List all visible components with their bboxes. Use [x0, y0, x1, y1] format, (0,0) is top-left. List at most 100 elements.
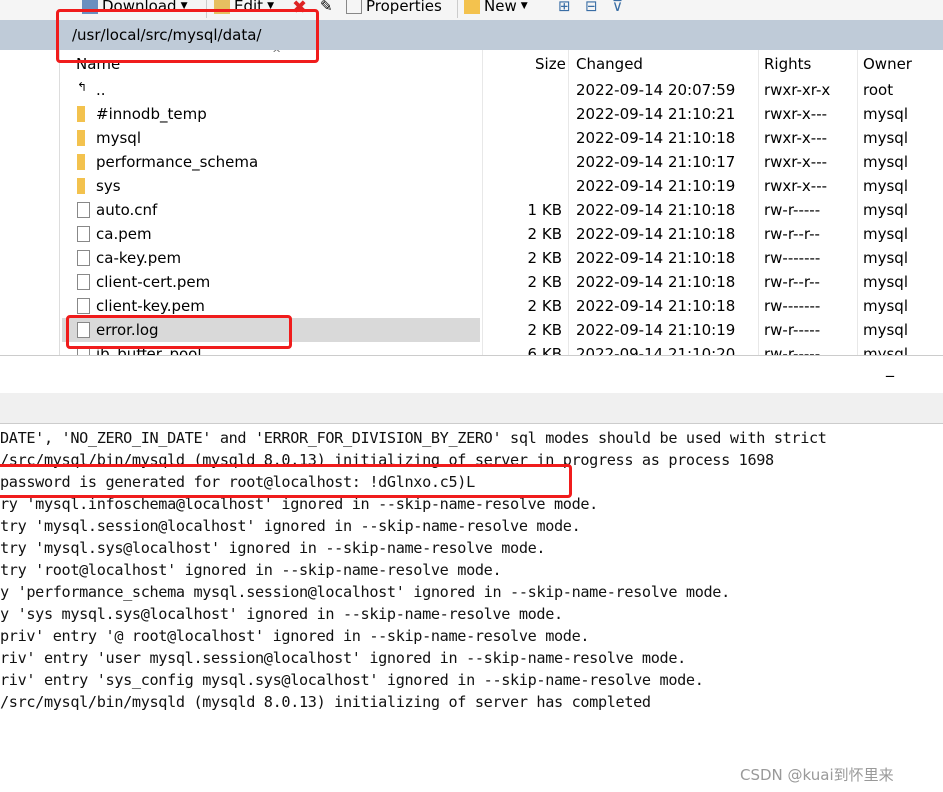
file-owner: mysql — [863, 273, 908, 291]
parent-folder-icon: ↰ — [77, 80, 88, 94]
file-changed: 2022-09-14 21:10:18 — [576, 249, 736, 267]
file-changed: 2022-09-14 21:10:19 — [576, 321, 736, 339]
file-changed: 2022-09-14 21:10:18 — [576, 225, 736, 243]
file-name: ca-key.pem — [96, 249, 182, 267]
folder-icon — [77, 130, 85, 146]
column-rights[interactable]: Rights — [764, 55, 811, 73]
file-size: 2 KB — [527, 225, 562, 243]
file-owner: mysql — [863, 249, 908, 267]
log-line: try 'mysql.sys@localhost' ignored in --s… — [0, 539, 546, 557]
file-icon — [77, 226, 90, 242]
folder-icon — [77, 154, 85, 170]
file-name: ca.pem — [96, 225, 152, 243]
log-line: riv' entry 'sys_config mysql.sys@localho… — [0, 671, 704, 689]
file-changed: 2022-09-14 21:10:18 — [576, 201, 736, 219]
file-rights: rwxr-x--- — [764, 105, 828, 123]
file-row[interactable]: auto.cnf 1 KB 2022-09-14 21:10:18 rw-r-----… — [62, 198, 943, 222]
file-rights: rwxr-x--- — [764, 129, 828, 147]
file-rights: rw------- — [764, 249, 821, 267]
file-name: performance_schema — [96, 153, 259, 171]
file-owner: mysql — [863, 345, 908, 355]
rename-icon[interactable]: ✎ — [320, 0, 333, 15]
file-size: 2 KB — [527, 321, 562, 339]
file-owner: mysql — [863, 177, 908, 195]
file-changed: 2022-09-14 21:10:21 — [576, 105, 736, 123]
file-name: auto.cnf — [96, 201, 158, 219]
expand-icon[interactable]: ⊞ — [558, 0, 571, 15]
file-rights: rw------- — [764, 297, 821, 315]
file-icon — [77, 298, 90, 314]
file-changed: 2022-09-14 21:10:20 — [576, 345, 736, 355]
file-changed: 2022-09-14 21:10:18 — [576, 129, 736, 147]
file-owner: mysql — [863, 129, 908, 147]
file-rights: rw-r--r-- — [764, 225, 820, 243]
file-name: #innodb_temp — [96, 105, 207, 123]
file-size: 2 KB — [527, 273, 562, 291]
collapse-icon[interactable]: ⊟ — [585, 0, 598, 15]
file-name: mysql — [96, 129, 141, 147]
folder-icon — [77, 178, 85, 194]
file-icon — [77, 202, 90, 218]
column-owner[interactable]: Owner — [863, 55, 912, 73]
file-rights: rw-r--r-- — [764, 273, 820, 291]
file-rights: rwxr-xr-x — [764, 81, 831, 99]
file-changed: 2022-09-14 21:10:19 — [576, 177, 736, 195]
file-owner: mysql — [863, 105, 908, 123]
file-name: client-cert.pem — [96, 273, 211, 291]
file-name: .. — [96, 81, 106, 99]
highlight-password — [0, 464, 572, 498]
file-size: 2 KB — [527, 249, 562, 267]
file-row[interactable]: mysql 2022-09-14 21:10:18 rwxr-x--- mysql — [62, 126, 943, 150]
file-size: 2 KB — [527, 297, 562, 315]
file-size: 1 KB — [527, 201, 562, 219]
file-changed: 2022-09-14 21:10:17 — [576, 153, 736, 171]
file-name: client-key.pem — [96, 297, 205, 315]
file-owner: root — [863, 81, 894, 99]
filter-icon[interactable]: ⊽ — [612, 0, 623, 15]
file-rights: rw-r----- — [764, 321, 821, 339]
new-button[interactable]: New ▼ — [464, 0, 528, 15]
column-size[interactable]: Size — [535, 55, 566, 73]
file-owner: mysql — [863, 153, 908, 171]
file-rights: rw-r----- — [764, 201, 821, 219]
left-pane — [0, 50, 60, 355]
file-row[interactable]: #innodb_temp 2022-09-14 21:10:21 rwxr-x---… — [62, 102, 943, 126]
file-rights: rw-r----- — [764, 345, 821, 355]
log-line: try 'mysql.session@localhost' ignored in… — [0, 517, 581, 535]
properties-icon — [346, 0, 362, 14]
folder-icon — [464, 0, 480, 14]
highlight-path — [56, 9, 319, 63]
file-owner: mysql — [863, 225, 908, 243]
file-changed: 2022-09-14 20:07:59 — [576, 81, 736, 99]
file-size: 6 KB — [527, 345, 562, 355]
file-row[interactable]: ca.pem 2 KB 2022-09-14 21:10:18 rw-r--r-- my… — [62, 222, 943, 246]
file-icon — [77, 250, 90, 266]
file-list: Name ^ Size Changed Rights Owner ↰.. 2022… — [62, 50, 943, 355]
file-changed: 2022-09-14 21:10:18 — [576, 297, 736, 315]
minimize-button[interactable]: _ — [886, 358, 894, 377]
file-owner: mysql — [863, 321, 908, 339]
file-row[interactable]: client-cert.pem 2 KB 2022-09-14 21:10:18 rw… — [62, 270, 943, 294]
file-row[interactable]: ca-key.pem 2 KB 2022-09-14 21:10:18 rw-----… — [62, 246, 943, 270]
column-changed[interactable]: Changed — [576, 55, 643, 73]
log-line: riv' entry 'user mysql.session@localhost… — [0, 649, 686, 667]
log-line: /src/mysql/bin/mysqld (mysqld 8.0.13) in… — [0, 693, 651, 711]
file-row[interactable]: sys 2022-09-14 21:10:19 rwxr-x--- mysql — [62, 174, 943, 198]
file-owner: mysql — [863, 201, 908, 219]
log-line: y 'sys mysql.sys@localhost' ignored in -… — [0, 605, 563, 623]
file-owner: mysql — [863, 297, 908, 315]
log-line: DATE', 'NO_ZERO_IN_DATE' and 'ERROR_FOR_… — [0, 429, 827, 447]
log-panel-toolbar — [0, 393, 943, 424]
highlight-error-log — [66, 315, 292, 349]
file-rights: rwxr-x--- — [764, 153, 828, 171]
log-panel: _ DATE', 'NO_ZERO_IN_DATE' and 'ERROR_FO… — [0, 355, 943, 792]
log-line: try 'root@localhost' ignored in --skip-n… — [0, 561, 502, 579]
file-row[interactable]: performance_schema 2022-09-14 21:10:17 rwx… — [62, 150, 943, 174]
file-icon — [77, 274, 90, 290]
file-name: sys — [96, 177, 121, 195]
folder-icon — [77, 106, 85, 122]
properties-button[interactable]: Properties — [346, 0, 442, 15]
watermark: CSDN @kuai到怀里来 — [740, 766, 894, 784]
file-changed: 2022-09-14 21:10:18 — [576, 273, 736, 291]
file-row[interactable]: ↰.. 2022-09-14 20:07:59 rwxr-xr-x root — [62, 78, 943, 102]
